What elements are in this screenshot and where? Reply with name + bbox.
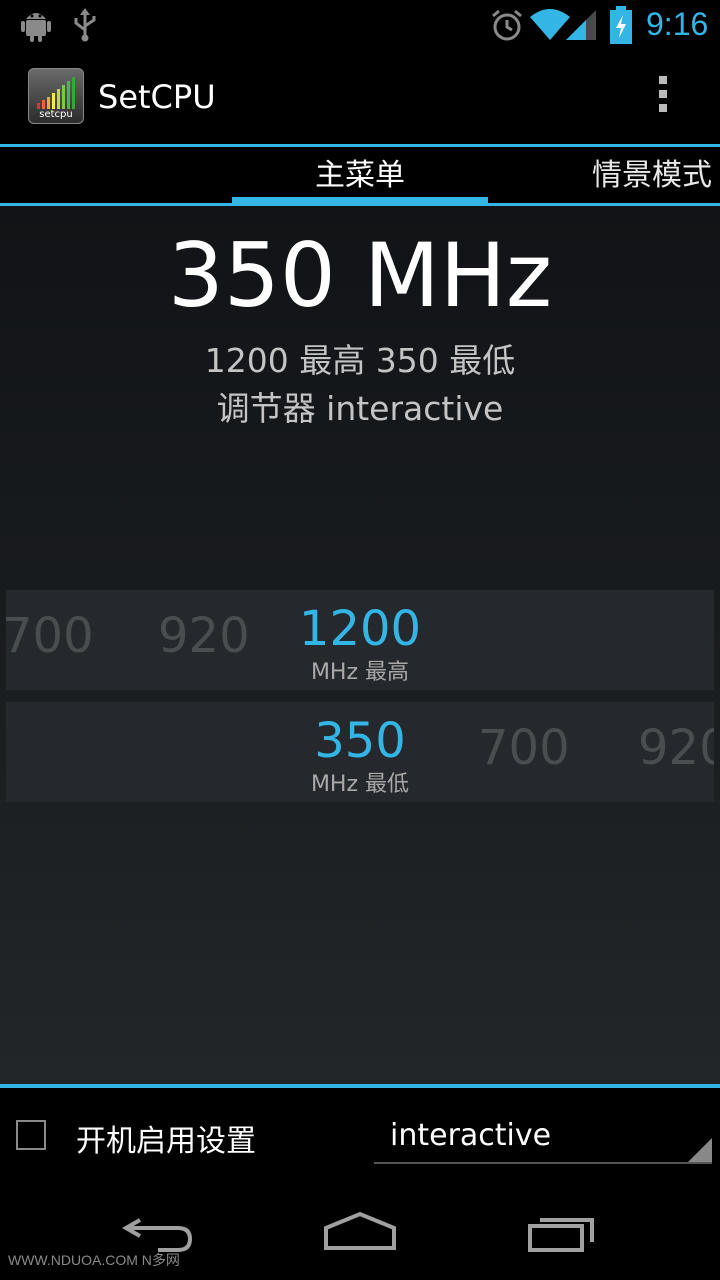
back-icon[interactable] [122,1210,196,1254]
max-frequency-picker[interactable]: 700 920 1200 MHz 最高 [6,590,714,690]
min-frequency-picker[interactable]: 350 MHz 最低 700 920 [6,702,714,802]
android-icon [21,13,51,42]
max-selected-unit: MHz 最高 [310,660,410,685]
bottom-settings-bar: 开机启用设置 interactive [0,1084,720,1184]
recent-apps-icon[interactable] [526,1210,600,1254]
set-on-boot-label[interactable]: 开机启用设置 [76,1116,256,1160]
governor-spinner[interactable]: interactive [374,1104,712,1164]
wifi-icon [530,9,570,40]
overflow-menu-icon[interactable] [652,76,674,120]
current-frequency: 350 MHz [167,224,553,327]
battery-charging-icon [610,6,632,44]
governor-summary: 调节器 interactive [216,389,504,428]
min-picker-option[interactable]: 920 [638,720,714,776]
min-picker-selected[interactable]: 350 MHz 最低 [270,716,450,798]
alarm-icon [492,9,522,41]
navigation-bar: WWW.NDUOA.COM N多网 [0,1184,720,1280]
home-icon[interactable] [322,1210,398,1254]
app-title: SetCPU [98,78,216,116]
governor-spinner-value: interactive [390,1118,552,1153]
clock: 9:16 [646,6,709,42]
max-picker-option[interactable]: 920 [158,608,250,664]
main-content: 350 MHz 1200 最高 350 最低 调节器 interactive 7… [0,206,720,1084]
max-picker-selected[interactable]: 1200 MHz 最高 [270,604,450,686]
min-selected-unit: MHz 最低 [310,772,410,797]
max-selected-value: 1200 [298,601,422,657]
watermark: WWW.NDUOA.COM N多网 [8,1252,180,1268]
usb-icon [74,8,96,42]
app-icon-text: setcpu [39,109,73,120]
tab-profiles[interactable]: 情景模式 [592,147,712,203]
app-icon[interactable]: setcpu [28,68,84,124]
tab-bar: 主菜单 情景模式 [0,144,720,206]
min-picker-option[interactable]: 700 [478,720,570,776]
set-on-boot-checkbox[interactable] [16,1120,46,1150]
max-picker-option[interactable]: 700 [6,608,94,664]
max-min-summary: 1200 最高 350 最低 [204,341,516,380]
tab-main-menu[interactable]: 主菜单 [232,147,488,203]
signal-icon [566,10,596,40]
status-bar: 9:16 [0,0,720,50]
min-selected-value: 350 [314,713,406,769]
action-bar: setcpu SetCPU [0,50,720,144]
spinner-arrow-icon [688,1138,712,1162]
